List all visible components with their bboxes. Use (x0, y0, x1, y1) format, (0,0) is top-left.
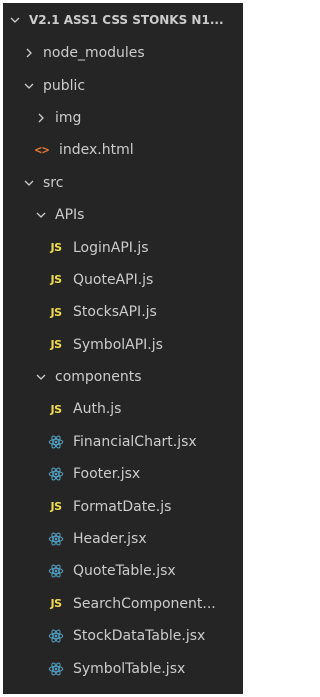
tree-item-label: SymbolTable.jsx (73, 660, 186, 677)
explorer-root-header[interactable]: V2.1 ASS1 CSS STONKS N1... (3, 3, 243, 37)
javascript-file-icon: JS (50, 597, 62, 611)
file-item-symboltable-jsx[interactable]: SymbolTable.jsx (3, 652, 243, 684)
javascript-file-icon: JS (50, 305, 62, 319)
file-item-stockdatatable-jsx[interactable]: StockDataTable.jsx (3, 620, 243, 652)
tree-item-label: LoginAPI.js (73, 239, 149, 256)
explorer-panel: V2.1 ASS1 CSS STONKS N1... node_modulesp… (3, 3, 243, 694)
tree-item-label: SymbolAPI.js (73, 336, 163, 353)
file-item-financialchart-jsx[interactable]: FinancialChart.jsx (3, 426, 243, 458)
file-item-stocksapi-js[interactable]: JS StocksAPI.js (3, 296, 243, 328)
file-item-quoteapi-js[interactable]: JS QuoteAPI.js (3, 264, 243, 296)
react-file-icon (47, 434, 65, 450)
react-file-icon (47, 661, 65, 677)
html-file-icon: <> (34, 143, 50, 158)
file-item-loginapi-js[interactable]: JS LoginAPI.js (3, 231, 243, 263)
chevron-down-icon (21, 177, 37, 189)
tree-item-label: src (43, 174, 64, 191)
tree-item-label: StockDataTable.jsx (73, 628, 206, 645)
react-file-icon (47, 466, 65, 482)
tree-item-label: index.html (59, 142, 134, 159)
folder-item-apis[interactable]: APIs (3, 199, 243, 231)
folder-item-img[interactable]: img (3, 102, 243, 134)
folder-item-node-modules[interactable]: node_modules (3, 37, 243, 69)
tree-item-label: QuoteAPI.js (73, 271, 154, 288)
chevron-right-icon (33, 112, 49, 124)
chevron-down-icon (33, 371, 49, 383)
folder-item-css[interactable]: css (3, 685, 243, 694)
tree-item-label: components (55, 369, 142, 386)
javascript-file-icon: JS (50, 338, 62, 352)
javascript-file-icon: JS (50, 500, 62, 514)
tree-item-label: css (55, 693, 77, 694)
file-item-quotetable-jsx[interactable]: QuoteTable.jsx (3, 555, 243, 587)
chevron-down-icon (33, 209, 49, 221)
tree-item-label: public (43, 77, 86, 94)
chevron-right-icon (21, 47, 37, 59)
file-item-header-jsx[interactable]: Header.jsx (3, 523, 243, 555)
tree-item-label: QuoteTable.jsx (73, 563, 176, 580)
javascript-file-icon: JS (50, 402, 62, 416)
tree-item-label: Footer.jsx (73, 466, 141, 483)
tree-item-label: node_modules (43, 45, 145, 62)
tree-item-label: Auth.js (73, 401, 122, 418)
tree-item-label: SearchComponent... (73, 595, 216, 612)
chevron-down-icon (21, 80, 37, 92)
chevron-down-icon (7, 14, 23, 26)
folder-item-components[interactable]: components (3, 361, 243, 393)
javascript-file-icon: JS (50, 273, 62, 287)
tree-item-label: APIs (55, 207, 85, 224)
file-item-searchcomponent[interactable]: JS SearchComponent... (3, 588, 243, 620)
tree-item-label: Header.jsx (73, 531, 147, 548)
tree-item-label: img (55, 109, 82, 126)
file-item-symbolapi-js[interactable]: JS SymbolAPI.js (3, 329, 243, 361)
file-item-index-html[interactable]: <> index.html (3, 134, 243, 166)
folder-item-public[interactable]: public (3, 69, 243, 101)
file-item-auth-js[interactable]: JS Auth.js (3, 393, 243, 425)
javascript-file-icon: JS (50, 241, 62, 255)
react-file-icon (47, 628, 65, 644)
folder-item-src[interactable]: src (3, 167, 243, 199)
react-file-icon (47, 531, 65, 547)
file-item-formatdate-js[interactable]: JS FormatDate.js (3, 490, 243, 522)
tree-item-label: FormatDate.js (73, 498, 172, 515)
react-file-icon (47, 563, 65, 579)
explorer-root-title: V2.1 ASS1 CSS STONKS N1... (29, 13, 224, 27)
file-tree: node_modulespublic img <> index.html src APIs… (3, 37, 243, 694)
tree-item-label: FinancialChart.jsx (73, 433, 197, 450)
tree-item-label: StocksAPI.js (73, 304, 157, 321)
file-item-footer-jsx[interactable]: Footer.jsx (3, 458, 243, 490)
